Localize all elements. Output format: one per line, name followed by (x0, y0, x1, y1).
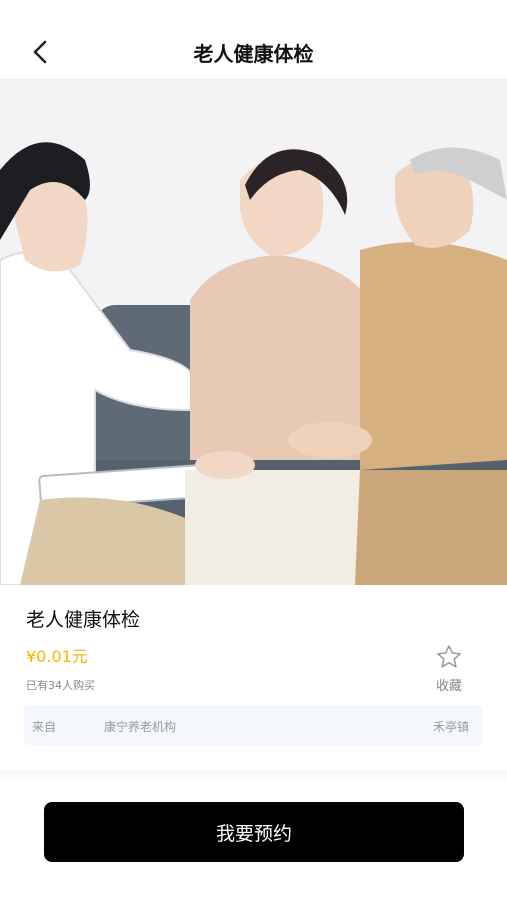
source-label: 来自 (32, 720, 57, 734)
source-row: 来自 康宁养老机构 禾亭镇 (24, 705, 483, 745)
star-outline-icon (437, 645, 461, 668)
section-divider (0, 770, 507, 780)
product-image (0, 80, 507, 585)
product-info-panel: 老人健康体检 ¥0.01元 已有34人购买 收藏 来自 康宁养老机构 禾亭镇 (0, 585, 507, 770)
sold-count: 已有34人购买 (26, 679, 95, 692)
source-organization: 康宁养老机构 (104, 720, 177, 734)
book-appointment-button[interactable]: 我要预约 (44, 802, 464, 862)
product-price: ¥0.01元 (26, 647, 88, 666)
favorite-button[interactable]: 收藏 (429, 643, 469, 694)
hero-illustration (0, 80, 507, 585)
product-name: 老人健康体检 (26, 609, 141, 631)
source-town: 禾亭镇 (432, 720, 469, 734)
navigation-bar: 老人健康体检 (0, 0, 507, 80)
favorite-label: 收藏 (435, 679, 462, 694)
page-title: 老人健康体检 (193, 42, 314, 66)
